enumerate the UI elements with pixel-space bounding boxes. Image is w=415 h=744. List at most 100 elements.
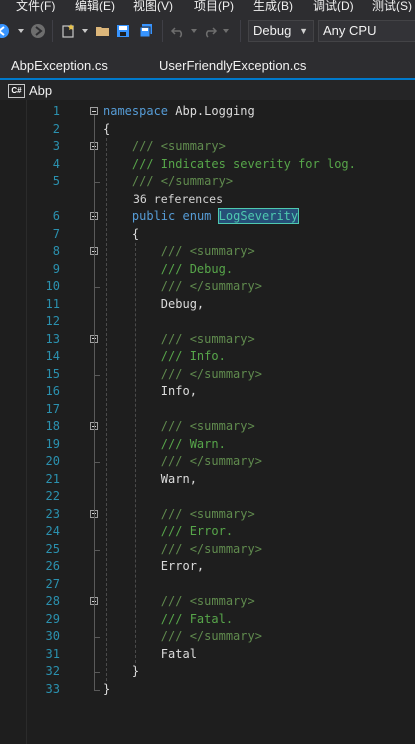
code-line[interactable]: 31 Fatal xyxy=(0,646,415,664)
menu-view[interactable]: 视图(V) xyxy=(133,0,173,12)
code-text: } xyxy=(103,681,110,699)
line-number: 14 xyxy=(45,349,60,363)
code-line[interactable]: 15 /// </summary> xyxy=(0,366,415,384)
outline-line xyxy=(94,115,95,690)
code-token: /// <summary> xyxy=(131,139,226,153)
code-line[interactable]: 20 /// </summary> xyxy=(0,453,415,471)
code-line[interactable]: 17 xyxy=(0,401,415,419)
code-line[interactable]: 7 { xyxy=(0,226,415,244)
code-text: public enum LogSeverity xyxy=(103,208,300,226)
code-line[interactable]: 10 /// </summary> xyxy=(0,278,415,296)
code-editor[interactable]: 1 namespace Abp.Logging 2{3 /// <summary> 4… xyxy=(0,100,415,744)
code-token: } xyxy=(103,681,111,696)
outline-end xyxy=(94,672,100,673)
code-line[interactable]: 3 /// <summary> xyxy=(0,138,415,156)
code-token: { xyxy=(103,121,111,136)
dropdown-arrow-icon[interactable] xyxy=(218,23,234,39)
save-all-icon[interactable] xyxy=(138,23,154,39)
dropdown-arrow-icon[interactable] xyxy=(13,23,29,39)
menu-edit[interactable]: 编辑(E) xyxy=(75,0,115,12)
code-text: /// <summary> xyxy=(103,418,255,436)
tab-userfriendlyexception[interactable]: UserFriendlyException.cs xyxy=(159,58,306,73)
code-line[interactable]: 9 /// Debug. xyxy=(0,261,415,279)
code-line[interactable]: 24 /// Error. xyxy=(0,523,415,541)
code-line[interactable]: 23 /// <summary> xyxy=(0,506,415,524)
code-token: /// </summary> xyxy=(160,454,262,468)
menu-debug[interactable]: 调试(D) xyxy=(313,0,354,12)
line-number: 2 xyxy=(52,121,60,136)
platform-dropdown[interactable]: Any CPU xyxy=(318,20,415,42)
code-line[interactable]: 26 Error, xyxy=(0,558,415,576)
code-text: Fatal xyxy=(103,646,197,664)
code-line[interactable]: 25 /// </summary> xyxy=(0,541,415,559)
line-number: 23 xyxy=(45,506,60,521)
code-token: Fatal xyxy=(103,646,197,661)
dropdown-arrow-icon[interactable] xyxy=(77,23,93,39)
code-line[interactable]: 4 /// Indicates severity for log. xyxy=(0,156,415,174)
code-line[interactable]: 33} xyxy=(0,681,415,699)
code-line[interactable]: 12 xyxy=(0,313,415,331)
configuration-dropdown[interactable]: Debug ▼ xyxy=(248,20,314,42)
project-dropdown[interactable]: C# Abp xyxy=(8,83,52,98)
undo-icon[interactable] xyxy=(170,23,186,39)
tab-abpexception[interactable]: AbpException.cs xyxy=(11,58,108,73)
code-text: /// <summary> xyxy=(103,243,255,261)
new-project-icon[interactable] xyxy=(60,23,76,39)
save-icon[interactable] xyxy=(115,23,131,39)
collapse-icon[interactable] xyxy=(90,107,98,115)
line-number: 21 xyxy=(45,471,60,486)
code-line[interactable]: 29 /// Fatal. xyxy=(0,611,415,629)
code-line[interactable]: 22 xyxy=(0,488,415,506)
document-tab-bar: AbpException.cs UserFriendlyException.cs xyxy=(0,52,415,78)
configuration-value: Debug xyxy=(253,23,292,38)
code-text: Error, xyxy=(103,558,204,576)
code-line[interactable]: 32 } xyxy=(0,663,415,681)
code-line[interactable]: 5 /// </summary> xyxy=(0,173,415,191)
code-token: /// Debug. xyxy=(160,261,234,276)
menu-test[interactable]: 测试(S) xyxy=(372,0,412,12)
redo-icon[interactable] xyxy=(202,23,218,39)
code-line[interactable]: 13 /// <summary> xyxy=(0,331,415,349)
code-line[interactable]: 2{ xyxy=(0,121,415,139)
code-token: /// <summary> xyxy=(160,244,255,258)
code-line[interactable]: 16 Info, xyxy=(0,383,415,401)
line-number: 29 xyxy=(45,611,60,626)
code-line[interactable]: 18 /// <summary> xyxy=(0,418,415,436)
code-line[interactable]: 30 /// </summary> xyxy=(0,628,415,646)
forward-icon[interactable] xyxy=(30,23,46,39)
code-line[interactable]: 11 Debug, xyxy=(0,296,415,314)
open-folder-icon[interactable] xyxy=(95,23,111,39)
code-line[interactable]: 28 /// <summary> xyxy=(0,593,415,611)
menu-file[interactable]: 文件(F) xyxy=(16,0,55,12)
code-line[interactable]: 27 xyxy=(0,576,415,594)
code-token: /// <summary> xyxy=(160,331,255,346)
line-number: 17 xyxy=(45,401,60,416)
outline-end xyxy=(94,182,100,183)
line-number: 5 xyxy=(52,174,60,188)
codelens-references[interactable]: 36 references xyxy=(133,191,223,209)
code-line[interactable]: 21 Warn, xyxy=(0,471,415,489)
code-token: Info, xyxy=(103,384,197,398)
code-text: Info, xyxy=(103,383,197,401)
menu-project[interactable]: 项目(P) xyxy=(194,0,234,12)
code-text: { xyxy=(103,121,110,139)
dropdown-arrow-icon[interactable] xyxy=(186,23,202,39)
code-line[interactable]: 19 /// Warn. xyxy=(0,436,415,454)
outline-end xyxy=(94,287,100,288)
code-text: /// </summary> xyxy=(103,628,262,646)
code-text: /// <summary> xyxy=(103,331,255,349)
code-token: Abp.Logging xyxy=(168,104,255,118)
back-icon[interactable] xyxy=(0,23,10,39)
code-line[interactable]: 8 /// <summary> xyxy=(0,243,415,261)
code-text: } xyxy=(103,663,139,681)
code-line[interactable]: 14 /// Info. xyxy=(0,348,415,366)
menu-build[interactable]: 生成(B) xyxy=(253,0,293,12)
code-token: namespace xyxy=(103,104,169,118)
code-line[interactable]: 6 public enum LogSeverity xyxy=(0,208,415,226)
code-line[interactable]: 1 namespace Abp.Logging xyxy=(0,103,415,121)
